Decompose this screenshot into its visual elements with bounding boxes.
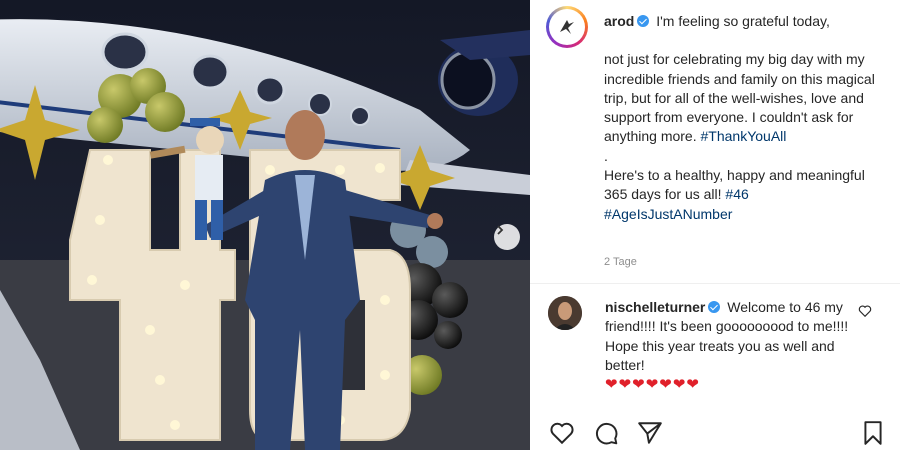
caption-line-1: I'm feeling so grateful today, <box>656 13 830 29</box>
author-avatar[interactable] <box>546 6 588 48</box>
post-actions-bar <box>548 420 888 448</box>
bookmark-icon <box>864 421 882 445</box>
chevron-right-icon <box>497 225 504 235</box>
heart-icon <box>550 422 574 445</box>
commenter-avatar[interactable] <box>548 296 582 330</box>
hashtag-ageisjustanumber[interactable]: #AgeIsJustANumber <box>604 206 732 222</box>
heart-icon <box>858 305 872 318</box>
post-caption: arod I'm feeling so grateful today, not … <box>604 12 879 224</box>
commenter-username[interactable]: nischelleturner <box>605 299 705 315</box>
comment-like-button[interactable] <box>858 304 872 323</box>
comment-button[interactable] <box>592 420 620 451</box>
photo-illustration <box>0 0 530 450</box>
share-button[interactable] <box>636 420 664 451</box>
comment-body: nischelleturner Welcome to 46 my friend!… <box>605 298 855 394</box>
verified-badge-icon <box>708 301 721 313</box>
person-icon <box>548 296 582 330</box>
next-photo-button[interactable] <box>494 224 520 250</box>
save-button[interactable] <box>860 420 886 451</box>
logo-icon <box>560 20 574 34</box>
share-icon <box>638 422 662 444</box>
divider <box>530 283 900 284</box>
post-photo[interactable] <box>0 0 530 450</box>
caption-dot: . <box>604 147 608 164</box>
comment-hearts: ❤❤❤❤❤❤❤ <box>605 376 700 394</box>
hashtag-thankyouall[interactable]: #ThankYouAll <box>701 128 787 144</box>
verified-badge-icon <box>637 15 650 27</box>
like-button[interactable] <box>548 420 576 451</box>
post-timestamp[interactable]: 2 Tage <box>604 256 637 268</box>
post-username[interactable]: arod <box>604 13 634 29</box>
comment-icon <box>595 422 618 445</box>
hashtag-46[interactable]: #46 <box>725 186 748 202</box>
